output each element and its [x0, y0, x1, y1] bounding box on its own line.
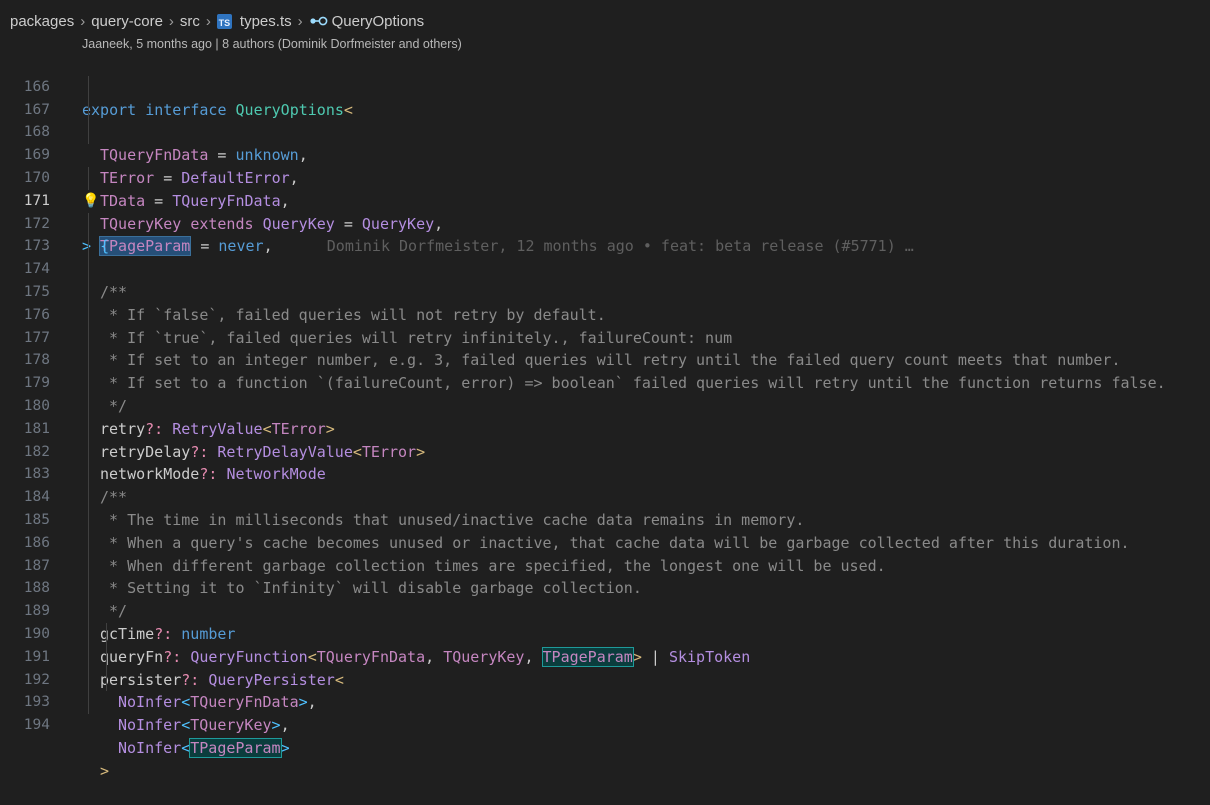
- chevron-right-icon: ›: [297, 12, 303, 30]
- breadcrumb-src[interactable]: src: [180, 13, 200, 30]
- code-line: 169 TData = TQueryFnData,: [0, 121, 1210, 210]
- code-line: 188 gcTime?: number: [0, 554, 1210, 643]
- code-line: 181 networkMode?: NetworkMode: [0, 394, 1210, 483]
- code-line: 180 retryDelay?: RetryDelayValue<TError>: [0, 372, 1210, 461]
- line-content: >: [100, 761, 110, 780]
- line-content: NoInfer<TPageParam>: [118, 737, 290, 758]
- code-line: 187 */: [0, 531, 1210, 620]
- interface-symbol-icon: [310, 16, 328, 26]
- code-line: 190 persister?: QueryPersister<: [0, 600, 1210, 689]
- code-line: 193 NoInfer<TPageParam>: [0, 668, 1210, 758]
- code-line-active: 171 TPageParam = never, Dominik Dorfmeis…: [0, 166, 1210, 257]
- code-line: 192 NoInfer<TQueryKey>,: [0, 645, 1210, 734]
- chevron-right-icon: ›: [168, 12, 174, 30]
- breadcrumb-symbol[interactable]: QueryOptions: [332, 13, 425, 30]
- code-line: 191 NoInfer<TQueryFnData>,: [0, 622, 1210, 711]
- highlighted-identifier: TPageParam: [189, 737, 282, 758]
- code-line: 168 TError = DefaultError,: [0, 98, 1210, 187]
- line-content: NoInfer<TQueryKey>,: [118, 716, 290, 735]
- chevron-right-icon: ›: [80, 12, 86, 30]
- typescript-file-icon: TS: [216, 13, 232, 29]
- code-line: 183 * The time in milliseconds that unus…: [0, 440, 1210, 529]
- chevron-right-icon: ›: [205, 12, 211, 30]
- code-line: 194 >: [0, 691, 1210, 780]
- code-editor[interactable]: 166 export interface QueryOptions< 167 T…: [0, 53, 1210, 780]
- code-line: 170 💡 TQueryKey extends QueryKey = Query…: [0, 144, 1210, 233]
- breadcrumb-packages[interactable]: packages: [10, 13, 74, 30]
- git-codelens[interactable]: Jaaneek, 5 months ago | 8 authors (Domin…: [82, 37, 462, 51]
- code-line: 177 * If set to a function `(failureCoun…: [0, 303, 1210, 392]
- code-line: 186 * Setting it to `Infinity` will disa…: [0, 508, 1210, 597]
- code-line: 178 */: [0, 326, 1210, 415]
- code-line: 173 /**: [0, 212, 1210, 301]
- breadcrumb: packages › query-core › src › TS types.t…: [0, 0, 1210, 42]
- code-line: 167 TQueryFnData = unknown,: [0, 75, 1210, 164]
- breadcrumb-file[interactable]: types.ts: [240, 13, 292, 30]
- code-line: 184 * When a query's cache becomes unuse…: [0, 463, 1210, 552]
- code-line: 176 * If set to an integer number, e.g. …: [0, 280, 1210, 369]
- code-line: 172 > {: [0, 190, 1210, 256]
- code-line: 175 * If `true`, failed queries will ret…: [0, 258, 1210, 347]
- code-line: 185 * When different garbage collection …: [0, 486, 1210, 575]
- code-line: 174 * If `false`, failed queries will no…: [0, 235, 1210, 324]
- code-line: 179 retry?: RetryValue<TError>: [0, 349, 1210, 438]
- breadcrumb-query-core[interactable]: query-core: [91, 13, 163, 30]
- code-line: 166 export interface QueryOptions<: [0, 53, 1210, 119]
- line-number: 194: [23, 717, 50, 734]
- code-line: 189 queryFn?: QueryFunction<TQueryFnData…: [0, 577, 1210, 667]
- code-line: 182 /**: [0, 417, 1210, 506]
